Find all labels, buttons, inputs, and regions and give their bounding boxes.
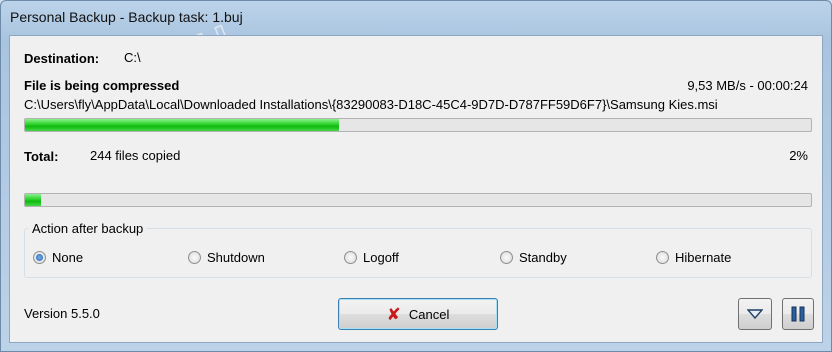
radio-hibernate-label: Hibernate [675, 249, 732, 265]
current-file-path: C:\Users\fly\AppData\Local\Downloaded In… [24, 97, 718, 112]
radio-shutdown-label: Shutdown [207, 249, 265, 265]
radio-none-label: None [52, 249, 84, 265]
collapse-button[interactable] [738, 298, 772, 330]
content-panel: Destination: C:\ File is being compresse… [9, 35, 823, 343]
triangle-down-icon [747, 309, 763, 319]
radio-standby-label: Standby [519, 249, 567, 265]
file-progress-bar [24, 118, 812, 132]
radio-hibernate[interactable]: Hibernate [656, 248, 731, 266]
radio-hibernate-dot[interactable] [656, 250, 669, 264]
pause-icon [791, 306, 805, 322]
radio-none[interactable]: None [33, 248, 83, 266]
total-label: Total: [24, 149, 59, 164]
pause-button[interactable] [782, 298, 814, 330]
action-group-title: Action after backup [28, 221, 148, 236]
cancel-button-label: Cancel [408, 306, 450, 322]
total-progress-bar [24, 193, 812, 207]
speed-time: 9,53 MB/s - 00:00:24 [687, 78, 808, 93]
radio-standby[interactable]: Standby [500, 248, 567, 266]
total-progress-fill [25, 194, 41, 206]
backup-window: Personal Backup - Backup task: 1.buj POR… [0, 0, 832, 352]
version-label: Version 5.5.0 [24, 306, 100, 321]
radio-shutdown-dot[interactable] [188, 250, 201, 264]
radio-logoff[interactable]: Logoff [344, 248, 399, 266]
destination-label: Destination: [24, 51, 100, 66]
radio-standby-dot[interactable] [500, 250, 513, 264]
radio-none-dot[interactable] [33, 250, 46, 264]
cancel-button[interactable]: ✘ Cancel [338, 298, 498, 330]
destination-value: C:\ [124, 50, 141, 65]
files-copied: 244 files copied [90, 148, 181, 163]
file-status: File is being compressed [24, 78, 180, 93]
radio-logoff-label: Logoff [363, 249, 399, 265]
total-percent: 2% [789, 148, 808, 163]
radio-shutdown[interactable]: Shutdown [188, 248, 265, 266]
file-progress-fill [25, 119, 340, 131]
window-title: Personal Backup - Backup task: 1.buj [10, 9, 243, 25]
title-bar[interactable]: Personal Backup - Backup task: 1.buj [1, 1, 831, 35]
radio-logoff-dot[interactable] [344, 250, 357, 264]
cancel-x-icon: ✘ [386, 304, 401, 324]
